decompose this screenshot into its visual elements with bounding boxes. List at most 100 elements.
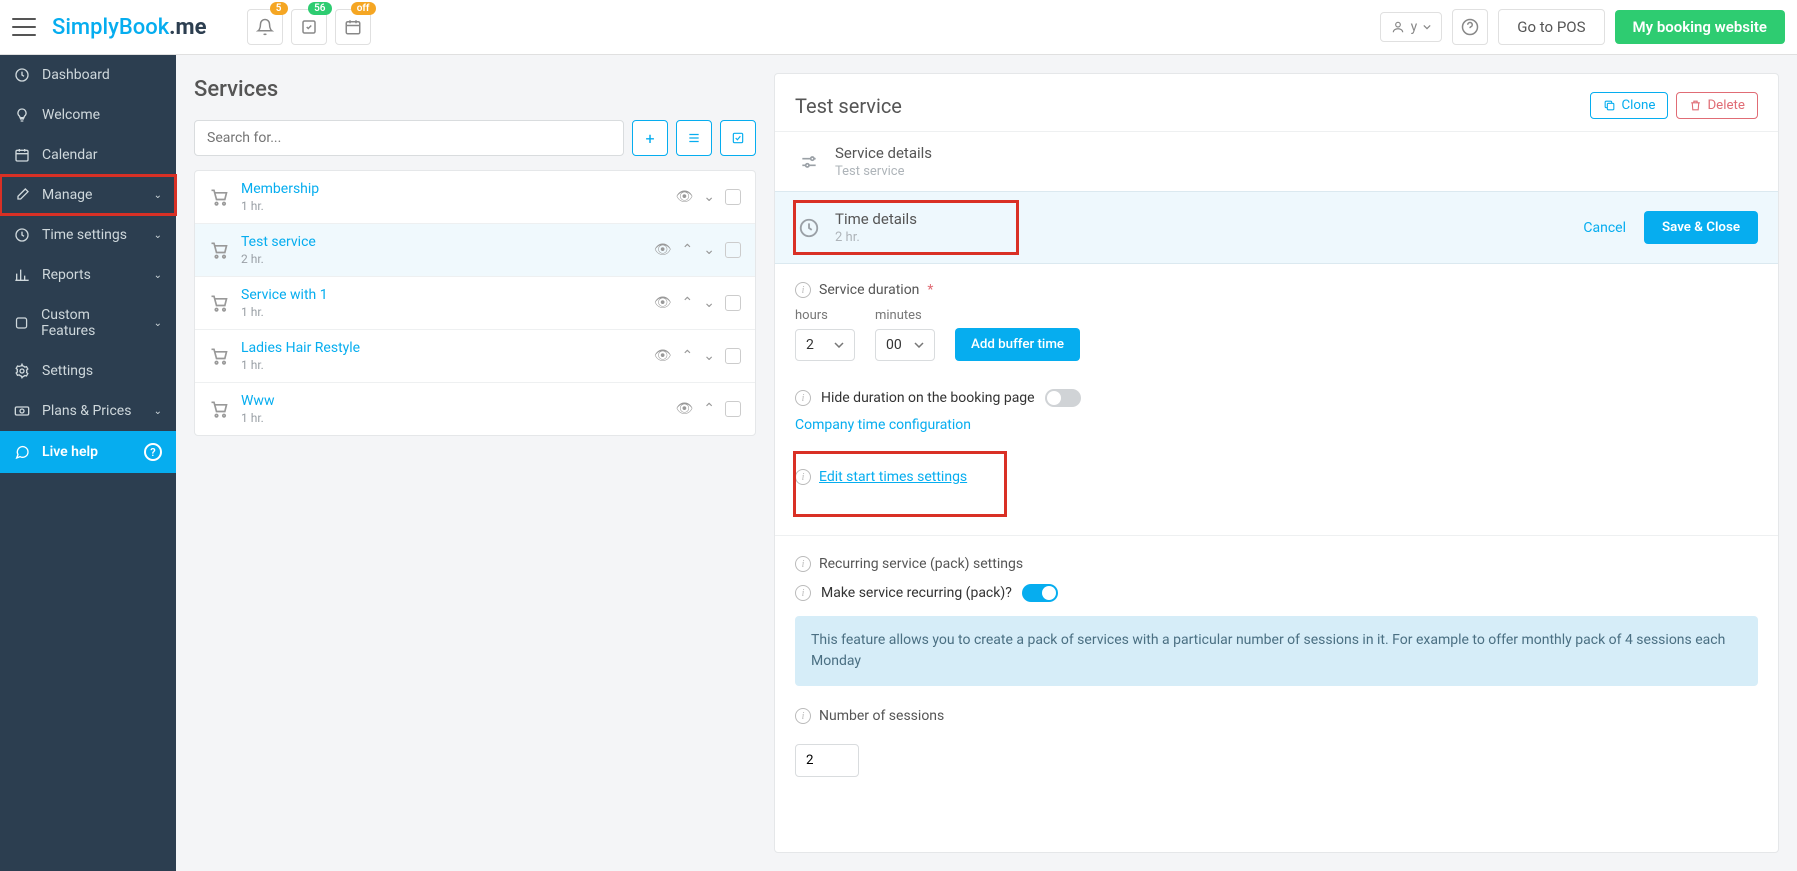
my-booking-website-button[interactable]: My booking website: [1615, 10, 1785, 44]
move-up-icon[interactable]: ⌃: [682, 348, 694, 364]
nav-calendar[interactable]: Calendar: [0, 135, 176, 175]
time-details-section[interactable]: Time details 2 hr.: [795, 202, 1017, 253]
move-down-icon[interactable]: ⌄: [703, 242, 715, 258]
chevron-down-icon: [834, 342, 844, 348]
hours-label: hours: [795, 308, 855, 323]
sessions-input[interactable]: [795, 744, 859, 777]
eye-icon[interactable]: 👁: [654, 242, 672, 258]
edit-start-times-link[interactable]: Edit start times settings: [819, 469, 967, 485]
nav-label: Dashboard: [42, 67, 110, 83]
clock-icon: [795, 214, 823, 242]
service-duration: 1 hr.: [241, 411, 675, 425]
nav-custom-features[interactable]: Custom Features ⌄: [0, 295, 176, 351]
notifications-icon[interactable]: 5: [247, 9, 283, 45]
eye-icon[interactable]: 👁: [675, 189, 693, 205]
service-name: Membership: [241, 181, 675, 197]
sidebar: Dashboard Welcome Calendar Manage ⌄ Time…: [0, 55, 176, 871]
eye-icon[interactable]: 👁: [654, 295, 672, 311]
nav-label: Welcome: [42, 107, 100, 123]
info-icon[interactable]: i: [795, 556, 811, 572]
move-up-icon[interactable]: ⌃: [682, 242, 694, 258]
section-title: Time details: [835, 210, 917, 228]
checkbox[interactable]: [725, 348, 741, 364]
hide-duration-toggle[interactable]: [1045, 389, 1081, 407]
chevron-down-icon: [1423, 23, 1431, 31]
puzzle-icon: [14, 315, 29, 331]
service-name: Ladies Hair Restyle: [241, 340, 654, 356]
logo-main: SimplyBook: [52, 15, 169, 40]
calendar-off-icon[interactable]: off: [335, 9, 371, 45]
chevron-down-icon: ⌄: [154, 406, 162, 417]
checkbox[interactable]: [725, 242, 741, 258]
nav-welcome[interactable]: Welcome: [0, 95, 176, 135]
service-row[interactable]: Test service2 hr. 👁⌃⌄: [195, 224, 755, 277]
save-close-button[interactable]: Save & Close: [1644, 211, 1758, 244]
money-icon: [14, 403, 30, 419]
hide-duration-label: Hide duration on the booking page: [821, 390, 1035, 406]
search-input[interactable]: [194, 120, 624, 156]
hours-select[interactable]: 2: [795, 329, 855, 361]
cancel-link[interactable]: Cancel: [1583, 220, 1626, 236]
delete-button[interactable]: Delete: [1676, 92, 1758, 119]
move-up-icon[interactable]: ⌃: [682, 295, 694, 311]
move-up-icon[interactable]: ⌃: [703, 401, 715, 417]
sliders-icon: [795, 148, 823, 176]
service-row[interactable]: Www1 hr. 👁⌃: [195, 383, 755, 435]
chevron-down-icon: ⌄: [154, 230, 162, 241]
service-details-section[interactable]: Service details Test service: [775, 131, 1778, 191]
nav-settings[interactable]: Settings: [0, 351, 176, 391]
cart-icon: [209, 346, 229, 366]
chevron-down-icon: ⌄: [154, 190, 162, 201]
chevron-down-icon: [914, 342, 924, 348]
info-icon[interactable]: i: [795, 585, 811, 601]
user-name: y: [1411, 19, 1418, 35]
eye-icon[interactable]: 👁: [675, 401, 693, 417]
off-badge: off: [351, 2, 376, 15]
minutes-select[interactable]: 00: [875, 329, 935, 361]
nav-label: Reports: [42, 267, 91, 283]
nav-plans-prices[interactable]: Plans & Prices ⌄: [0, 391, 176, 431]
info-banner: This feature allows you to create a pack…: [795, 616, 1758, 686]
nav-reports[interactable]: Reports ⌄: [0, 255, 176, 295]
list-view-button[interactable]: [676, 120, 712, 156]
add-service-button[interactable]: +: [632, 120, 668, 156]
service-duration: 1 hr.: [241, 305, 654, 319]
checkbox[interactable]: [725, 189, 741, 205]
service-row[interactable]: Service with 11 hr. 👁⌃⌄: [195, 277, 755, 330]
nav-manage[interactable]: Manage ⌄: [0, 175, 176, 215]
nav-label: Plans & Prices: [42, 403, 131, 419]
service-row[interactable]: Ladies Hair Restyle1 hr. 👁⌃⌄: [195, 330, 755, 383]
help-button[interactable]: [1452, 9, 1488, 45]
sessions-label: Number of sessions: [819, 708, 944, 724]
info-icon[interactable]: i: [795, 390, 811, 406]
recurring-toggle[interactable]: [1022, 584, 1058, 602]
company-time-link[interactable]: Company time configuration: [795, 417, 971, 433]
clone-button[interactable]: Clone: [1590, 92, 1668, 119]
info-icon[interactable]: i: [795, 282, 811, 298]
move-down-icon[interactable]: ⌄: [703, 295, 715, 311]
nav-time-settings[interactable]: Time settings ⌄: [0, 215, 176, 255]
info-icon[interactable]: i: [795, 708, 811, 724]
hamburger-menu[interactable]: [12, 18, 36, 36]
logo[interactable]: SimplyBook.me: [52, 15, 207, 40]
nav-label: Settings: [42, 363, 93, 379]
nav-live-help[interactable]: Live help ?: [0, 431, 176, 473]
section-subtitle: 2 hr.: [835, 230, 917, 245]
info-icon[interactable]: i: [795, 469, 811, 485]
select-mode-button[interactable]: [720, 120, 756, 156]
nav-dashboard[interactable]: Dashboard: [0, 55, 176, 95]
add-buffer-button[interactable]: Add buffer time: [955, 328, 1080, 361]
move-down-icon[interactable]: ⌄: [703, 348, 715, 364]
checkbox[interactable]: [725, 295, 741, 311]
user-menu[interactable]: y: [1380, 12, 1443, 42]
user-icon: [1391, 20, 1405, 34]
eye-icon[interactable]: 👁: [654, 348, 672, 364]
recurring-question: Make service recurring (pack)?: [821, 585, 1012, 601]
go-to-pos-button[interactable]: Go to POS: [1498, 9, 1604, 45]
trash-icon: [1689, 99, 1702, 112]
checkbox[interactable]: [725, 401, 741, 417]
move-down-icon[interactable]: ⌄: [703, 189, 715, 205]
calendar-icon: [14, 147, 30, 163]
tasks-icon[interactable]: 56: [291, 9, 327, 45]
service-row[interactable]: Membership1 hr. 👁⌄: [195, 171, 755, 224]
